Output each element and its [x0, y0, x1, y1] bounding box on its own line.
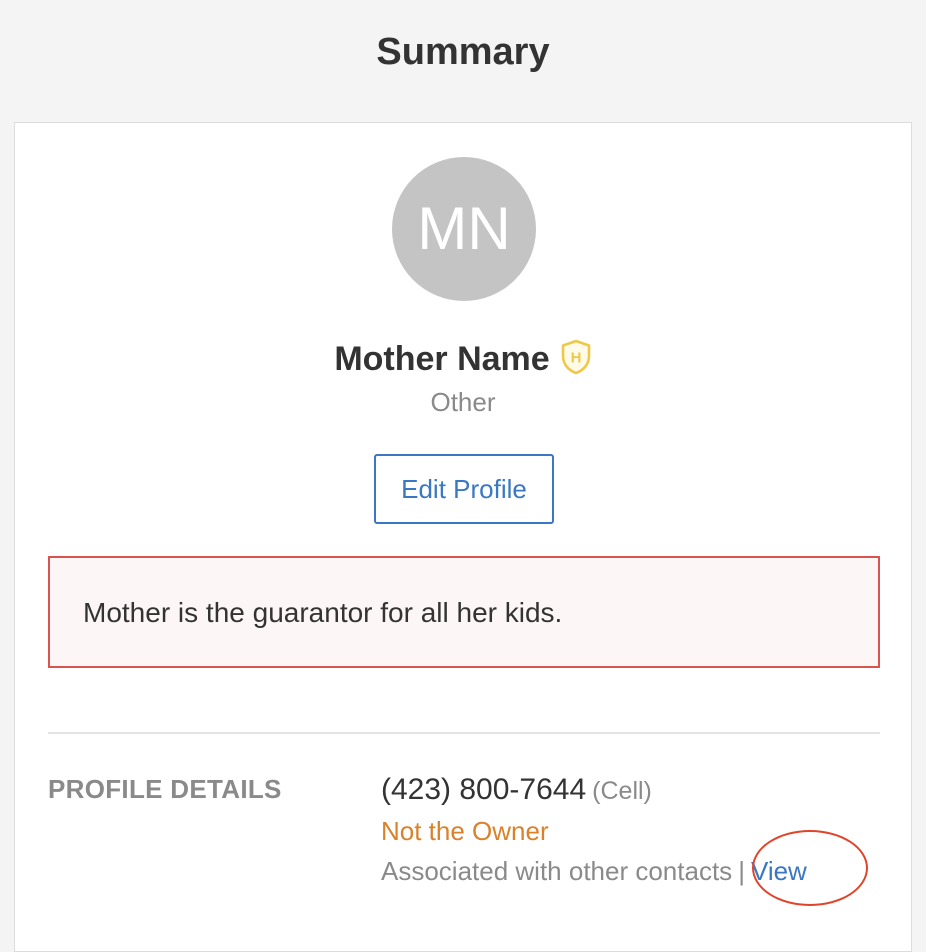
separator: | — [738, 856, 745, 886]
edit-profile-button[interactable]: Edit Profile — [374, 454, 554, 524]
contact-name-row: Mother Name H — [15, 335, 911, 381]
hipaa-shield-icon: H — [560, 339, 592, 375]
owner-status: Not the Owner — [381, 816, 549, 846]
profile-details: (423) 800-7644 (Cell) Not the Owner Assoc… — [381, 771, 881, 888]
section-divider — [48, 732, 880, 734]
phone-number: (423) 800-7644 — [381, 773, 587, 806]
phone-line: (423) 800-7644 (Cell) — [381, 771, 881, 810]
relationship-label: Other — [430, 387, 496, 417]
avatar: MN — [392, 157, 536, 301]
alert-note: Mother is the guarantor for all her kids… — [48, 556, 880, 668]
contact-name: Mother Name — [334, 340, 550, 379]
badge-letter: H — [570, 350, 581, 367]
view-associated-contacts-link[interactable]: View — [751, 856, 807, 886]
associated-contacts-line: Associated with other contacts | View — [381, 854, 881, 888]
associated-text: Associated with other contacts — [381, 856, 733, 886]
phone-type: (Cell) — [592, 777, 652, 805]
profile-summary-card: MN Mother Name H Other Edit Profile Mothe… — [14, 122, 912, 952]
profile-details-label: PROFILE DETAILS — [48, 774, 282, 804]
page-title: Summary — [376, 31, 550, 73]
alert-message: Mother is the guarantor for all her kids… — [83, 597, 563, 628]
